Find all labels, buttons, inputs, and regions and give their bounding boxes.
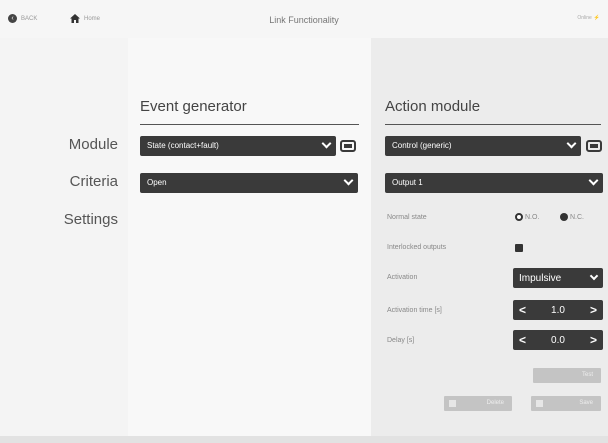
interlocked-outputs-label: Interlocked outputs bbox=[387, 244, 447, 251]
page-title: Link Functionality bbox=[269, 15, 339, 25]
normal-state-nc-radio[interactable]: N.C. bbox=[560, 213, 584, 221]
test-button-label: Test bbox=[581, 372, 593, 378]
delay-stepper[interactable]: < 0.0 > bbox=[513, 330, 603, 350]
row-label-module: Module bbox=[68, 136, 118, 153]
top-bar: ‹ BACK Home Link Functionality Online ⚡ bbox=[0, 0, 608, 38]
row-label-settings: Settings bbox=[63, 211, 118, 228]
chevron-down-icon bbox=[566, 138, 577, 149]
action-module-value: Control (generic) bbox=[392, 141, 452, 150]
normal-state-nc-label: N.C. bbox=[570, 213, 584, 221]
radio-unselected-icon bbox=[560, 213, 568, 221]
action-module-heading: Action module bbox=[385, 98, 481, 115]
action-module-select[interactable]: Control (generic) bbox=[385, 136, 581, 156]
event-generator-heading: Event generator bbox=[140, 98, 247, 115]
increment-icon[interactable]: > bbox=[590, 303, 597, 317]
delete-button[interactable]: Delete bbox=[444, 396, 512, 411]
radio-selected-icon bbox=[515, 213, 523, 221]
normal-state-label: Normal state bbox=[387, 214, 427, 221]
normal-state-no-label: N.O. bbox=[525, 213, 540, 221]
action-output-value: Output 1 bbox=[392, 178, 423, 187]
connection-status-label: Online bbox=[577, 15, 592, 21]
delay-label: Delay [s] bbox=[387, 337, 415, 344]
chevron-down-icon bbox=[588, 175, 599, 186]
activation-time-label: Activation time [s] bbox=[387, 307, 442, 314]
left-panel bbox=[0, 38, 128, 443]
delete-button-label: Delete bbox=[486, 400, 504, 406]
activation-select[interactable]: Impulsive bbox=[513, 268, 603, 288]
activation-time-stepper[interactable]: < 1.0 > bbox=[513, 300, 603, 320]
normal-state-no-radio[interactable]: N.O. bbox=[515, 213, 539, 221]
interlocked-outputs-checkbox[interactable] bbox=[515, 244, 523, 252]
event-criteria-value: Open bbox=[147, 178, 167, 187]
keyboard-icon[interactable] bbox=[340, 140, 356, 152]
chevron-down-icon bbox=[343, 175, 354, 186]
connection-status: Online ⚡ bbox=[577, 15, 600, 21]
event-generator-divider bbox=[140, 124, 359, 125]
activation-label: Activation bbox=[387, 274, 418, 281]
chevron-down-icon bbox=[589, 271, 599, 281]
trash-icon bbox=[449, 400, 456, 407]
row-label-criteria: Criteria bbox=[69, 173, 118, 190]
bottom-strip bbox=[0, 436, 608, 443]
plug-icon: ⚡ bbox=[593, 15, 600, 21]
save-icon bbox=[536, 400, 543, 407]
test-button[interactable]: Test bbox=[533, 368, 601, 383]
action-module-divider bbox=[385, 124, 601, 125]
keyboard-icon[interactable] bbox=[586, 140, 602, 152]
chevron-down-icon bbox=[321, 138, 332, 149]
event-module-select[interactable]: State (contact+fault) bbox=[140, 136, 336, 156]
increment-icon[interactable]: > bbox=[590, 333, 597, 347]
event-criteria-select[interactable]: Open bbox=[140, 173, 358, 193]
event-module-value: State (contact+fault) bbox=[147, 141, 219, 150]
activation-value: Impulsive bbox=[519, 273, 562, 284]
save-button[interactable]: Save bbox=[531, 396, 601, 411]
save-button-label: Save bbox=[579, 400, 593, 406]
action-output-select[interactable]: Output 1 bbox=[385, 173, 603, 193]
